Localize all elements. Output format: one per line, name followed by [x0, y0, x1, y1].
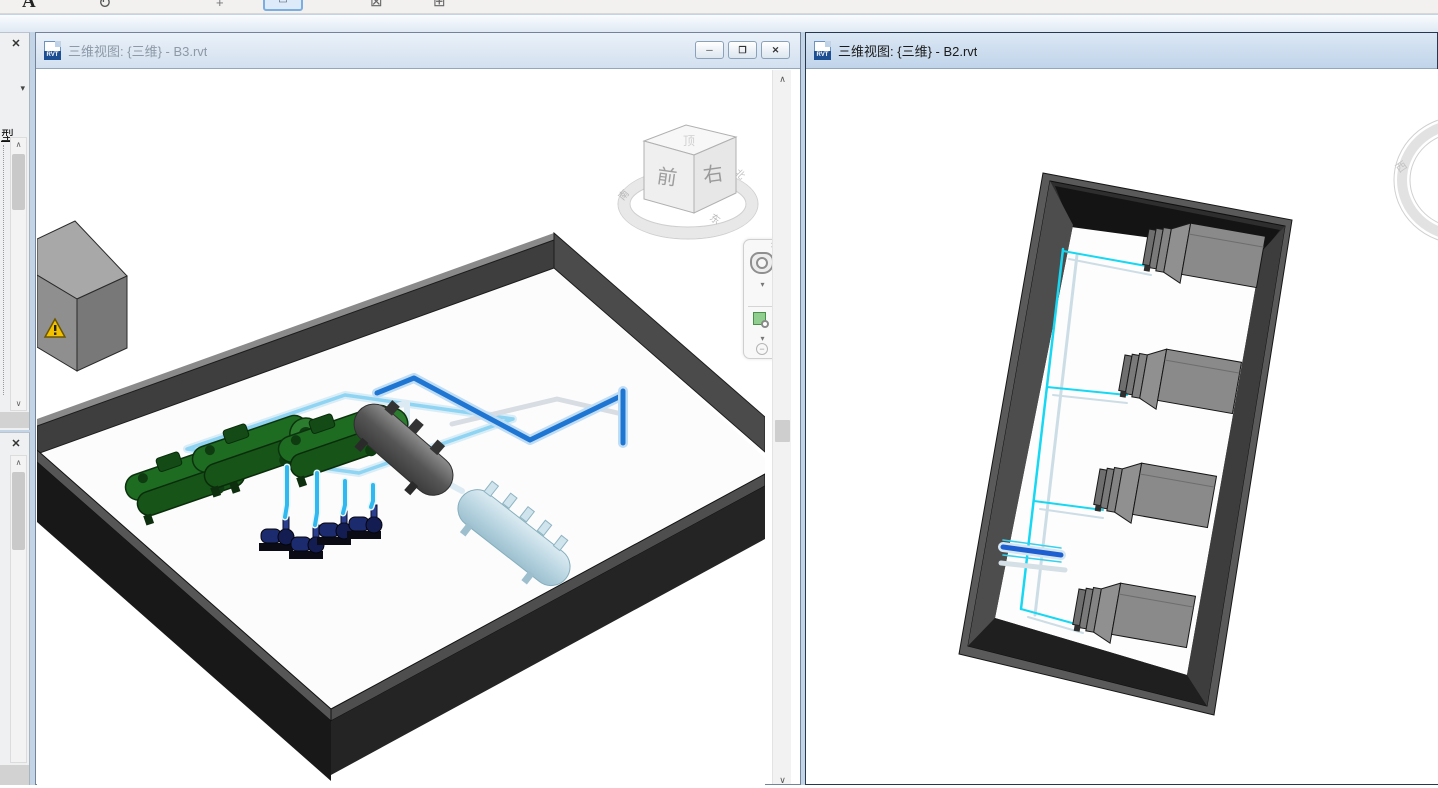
- minimize-button[interactable]: ─: [695, 41, 724, 59]
- scroll-up-icon[interactable]: ∧: [773, 72, 792, 87]
- delete-tool-icon[interactable]: ⊠: [370, 0, 383, 10]
- window-titlebar[interactable]: RVT 三维视图: {三维} - B2.rvt: [806, 33, 1437, 69]
- properties-palette-edge: ✕ ▾ 型 ∧ ∨: [0, 32, 30, 430]
- browser-scrollbar[interactable]: ∧: [10, 455, 27, 763]
- properties-scrollbar[interactable]: ∧ ∨: [10, 137, 27, 411]
- close-button[interactable]: ✕: [761, 41, 790, 59]
- viewcube-front-label: 前: [655, 165, 678, 191]
- page-fold: [55, 41, 61, 47]
- ribbon-strip: A ↻ + ▭ ⊠ ⊞: [0, 0, 1438, 14]
- view-window-b3[interactable]: RVT 三维视图: {三维} - B3.rvt ─ ❐ ✕: [35, 32, 801, 785]
- wheel-hub: [756, 257, 768, 269]
- rvt-badge: RVT: [44, 51, 61, 60]
- window-title: 三维视图: {三维} - B2.rvt: [838, 41, 977, 60]
- navbar-collapse-icon[interactable]: −: [756, 343, 768, 355]
- pin-tool-icon[interactable]: +: [216, 0, 224, 10]
- close-icon[interactable]: ✕: [8, 437, 24, 451]
- scroll-up-icon[interactable]: ∧: [11, 140, 26, 149]
- chevron-down-icon[interactable]: ▾: [20, 83, 25, 94]
- window-title: 三维视图: {三维} - B3.rvt: [68, 41, 207, 60]
- active-selected-tool-icon[interactable]: ▭: [263, 0, 303, 11]
- sync-tool-icon[interactable]: ↻: [98, 0, 111, 13]
- navbar-divider: [748, 306, 775, 307]
- project-browser-edge: ✕ ∧: [0, 432, 30, 785]
- restore-button[interactable]: ❐: [728, 41, 757, 59]
- scroll-down-icon[interactable]: ∨: [773, 773, 792, 788]
- rvt-file-icon: RVT: [814, 41, 831, 60]
- viewcube-top-label: 顶: [683, 134, 695, 148]
- ribbon-lower-band: [0, 15, 1438, 32]
- font-tool-icon[interactable]: A: [22, 0, 36, 13]
- viewcube-right-label: 右: [702, 162, 725, 188]
- viewport-vscrollbar[interactable]: ∧ ∨: [772, 70, 791, 784]
- window-titlebar[interactable]: RVT 三维视图: {三维} - B3.rvt ─ ❐ ✕: [36, 33, 800, 69]
- paste-tool-icon[interactable]: ⊞: [433, 0, 446, 10]
- viewcube[interactable]: 南 东 北 顶 前 右: [615, 125, 758, 239]
- scroll-thumb[interactable]: [775, 420, 790, 442]
- viewport-3d-b3[interactable]: 南 东 北 顶 前 右: [37, 69, 765, 785]
- scroll-up-icon[interactable]: ∧: [11, 458, 26, 467]
- hscroll-corner[interactable]: [0, 765, 30, 785]
- close-icon[interactable]: ✕: [8, 37, 24, 51]
- page-fold: [825, 41, 831, 47]
- scroll-thumb[interactable]: [12, 154, 25, 210]
- massing-box[interactable]: [37, 221, 127, 371]
- hscroll-thumb[interactable]: [0, 412, 30, 428]
- application-root: A ↻ + ▭ ⊠ ⊞ ✕ ▾ 型 ∧ ∨ ✕ ∧ RVT: [0, 0, 1438, 785]
- zoom-lens-icon: [761, 320, 769, 328]
- tree-guides: [3, 145, 4, 395]
- scroll-down-icon[interactable]: ∨: [11, 399, 26, 408]
- scroll-thumb[interactable]: [12, 472, 25, 550]
- viewport-3d-b2[interactable]: 西: [807, 69, 1438, 784]
- steering-wheel-icon[interactable]: [750, 252, 774, 274]
- rvt-badge: RVT: [814, 51, 831, 60]
- viewcube-compass-partial[interactable]: 西: [1394, 116, 1438, 244]
- rvt-file-icon: RVT: [44, 41, 61, 60]
- view-window-b2[interactable]: RVT 三维视图: {三维} - B2.rvt: [805, 32, 1438, 785]
